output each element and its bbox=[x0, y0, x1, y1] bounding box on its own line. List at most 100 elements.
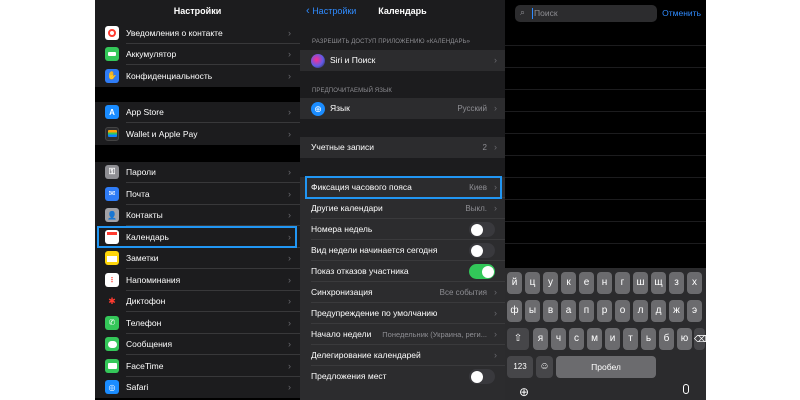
notes-icon bbox=[105, 251, 119, 265]
nav-bar: ‹ Настройки Календарь bbox=[300, 0, 505, 24]
key-26[interactable]: м bbox=[587, 328, 602, 350]
key-11[interactable]: х bbox=[687, 272, 702, 294]
settings-item-reminders[interactable]: ⋮ Напоминания › bbox=[95, 269, 300, 291]
week-start-row[interactable]: Начало недели Понедельник (Украина, реги… bbox=[300, 324, 505, 345]
settings-item-exposure[interactable]: Уведомления о контакте › bbox=[95, 22, 300, 44]
settings-item-passwords[interactable]: ⚿ Пароли › bbox=[95, 161, 300, 183]
language-row[interactable]: ⊕ Язык Русский › bbox=[300, 98, 505, 119]
key-13[interactable]: ы bbox=[525, 300, 540, 322]
search-input[interactable]: ⌕ Поиск bbox=[515, 5, 657, 22]
key-20[interactable]: д bbox=[651, 300, 666, 322]
default-alert-row[interactable]: Предупреждение по умолчанию › bbox=[300, 303, 505, 324]
numbers-key[interactable]: 123 bbox=[507, 356, 533, 378]
sync-row[interactable]: Синхронизация Все события › bbox=[300, 282, 505, 303]
key-27[interactable]: и bbox=[605, 328, 620, 350]
week-numbers-toggle[interactable] bbox=[469, 222, 495, 237]
key-15[interactable]: а bbox=[561, 300, 576, 322]
key-28[interactable]: т bbox=[623, 328, 638, 350]
settings-item-calendar[interactable]: Календарь › bbox=[95, 226, 300, 248]
key-8[interactable]: ш bbox=[633, 272, 648, 294]
microphone-icon[interactable] bbox=[683, 384, 689, 394]
emoji-icon: ☺ bbox=[539, 361, 550, 372]
globe-icon[interactable]: ⊕ bbox=[519, 385, 529, 399]
mail-icon: ✉ bbox=[105, 186, 119, 201]
siri-search-row[interactable]: Siri и Поиск › bbox=[300, 50, 505, 71]
siri-icon bbox=[311, 53, 325, 68]
settings-item-messages[interactable]: Сообщения › bbox=[95, 333, 300, 355]
calendar-icon bbox=[105, 229, 119, 244]
shift-key[interactable]: ⇧ bbox=[507, 328, 529, 350]
battery-icon bbox=[105, 47, 119, 61]
chevron-right-icon: › bbox=[494, 329, 497, 339]
chevron-right-icon: › bbox=[288, 188, 291, 199]
key-icon: ⚿ bbox=[105, 165, 119, 179]
settings-item-mail[interactable]: ✉ Почта › bbox=[95, 183, 300, 205]
key-3[interactable]: у bbox=[543, 272, 558, 294]
key-31[interactable]: ю bbox=[677, 328, 692, 350]
chevron-right-icon: › bbox=[288, 339, 291, 350]
key-16[interactable]: п bbox=[579, 300, 594, 322]
settings-item-notes[interactable]: Заметки › bbox=[95, 247, 300, 269]
other-calendars-row[interactable]: Другие календари Выкл. › bbox=[300, 198, 505, 219]
key-17[interactable]: р bbox=[597, 300, 612, 322]
calendar-settings-screen: ‹ Настройки Календарь РАЗРЕШИТЬ ДОСТУП П… bbox=[300, 0, 505, 400]
settings-item-battery[interactable]: Аккумулятор › bbox=[95, 43, 300, 65]
chevron-right-icon: › bbox=[494, 142, 497, 152]
key-1[interactable]: й bbox=[507, 272, 522, 294]
declined-events-row: Показ отказов участника bbox=[300, 261, 505, 282]
globe-icon: ⊕ bbox=[311, 101, 325, 116]
key-6[interactable]: н bbox=[597, 272, 612, 294]
key-12[interactable]: ф bbox=[507, 300, 522, 322]
week-start-today-row: Вид недели начинается сегодня bbox=[300, 240, 505, 261]
declined-events-toggle[interactable] bbox=[469, 264, 495, 279]
section-header-language: ПРЕДПОЧИТАЕМЫЙ ЯЗЫК bbox=[312, 88, 392, 94]
key-7[interactable]: г bbox=[615, 272, 630, 294]
location-suggestions-toggle[interactable] bbox=[469, 369, 495, 384]
search-screen: ⌕ Поиск Отменить й ц у к е н г ш щ з х ф… bbox=[505, 0, 706, 400]
accounts-row[interactable]: Учетные записи 2 › bbox=[300, 137, 505, 158]
delegation-row[interactable]: Делегирование календарей › bbox=[300, 345, 505, 366]
cancel-button[interactable]: Отменить bbox=[662, 8, 701, 18]
key-14[interactable]: в bbox=[543, 300, 558, 322]
key-5[interactable]: е bbox=[579, 272, 594, 294]
backspace-icon: ⌫ bbox=[694, 334, 706, 344]
settings-item-contacts[interactable]: 👤 Контакты › bbox=[95, 204, 300, 226]
key-4[interactable]: к bbox=[561, 272, 576, 294]
timezone-override-row[interactable]: Фиксация часового пояса Киев › bbox=[300, 177, 505, 198]
backspace-key[interactable]: ⌫ bbox=[694, 328, 706, 350]
settings-item-facetime[interactable]: FaceTime › bbox=[95, 355, 300, 377]
week-start-today-toggle[interactable] bbox=[469, 243, 495, 258]
location-suggestions-row: Предложения мест bbox=[300, 366, 505, 400]
chevron-right-icon: › bbox=[288, 382, 291, 393]
chevron-right-icon: › bbox=[288, 296, 291, 307]
chevron-right-icon: › bbox=[494, 103, 497, 113]
chevron-right-icon: › bbox=[494, 203, 497, 213]
week-numbers-row: Номера недель bbox=[300, 219, 505, 240]
settings-item-privacy[interactable]: ✋ Конфиденциальность › bbox=[95, 65, 300, 87]
key-24[interactable]: ч bbox=[551, 328, 566, 350]
chevron-right-icon: › bbox=[288, 274, 291, 285]
key-9[interactable]: щ bbox=[651, 272, 666, 294]
space-key[interactable]: Пробел bbox=[556, 356, 656, 378]
key-19[interactable]: л bbox=[633, 300, 648, 322]
settings-item-safari[interactable]: ◎ Safari › bbox=[95, 376, 300, 398]
settings-item-voice-memos[interactable]: ✱ Диктофон › bbox=[95, 290, 300, 312]
key-25[interactable]: с bbox=[569, 328, 584, 350]
key-23[interactable]: я bbox=[533, 328, 548, 350]
key-2[interactable]: ц bbox=[525, 272, 540, 294]
key-21[interactable]: ж bbox=[669, 300, 684, 322]
settings-item-phone[interactable]: ✆ Телефон › bbox=[95, 312, 300, 334]
chevron-right-icon: › bbox=[288, 128, 291, 139]
emoji-key[interactable]: ☺ bbox=[536, 356, 553, 378]
key-10[interactable]: з bbox=[669, 272, 684, 294]
key-22[interactable]: э bbox=[687, 300, 702, 322]
settings-item-app-store[interactable]: A App Store › bbox=[95, 101, 300, 123]
key-30[interactable]: б bbox=[659, 328, 674, 350]
key-29[interactable]: ь bbox=[641, 328, 656, 350]
exposure-notification-icon bbox=[105, 25, 119, 40]
chevron-right-icon: › bbox=[288, 49, 291, 60]
key-18[interactable]: о bbox=[615, 300, 630, 322]
settings-item-wallet[interactable]: Wallet и Apple Pay › bbox=[95, 123, 300, 145]
privacy-hand-icon: ✋ bbox=[105, 68, 119, 83]
chevron-right-icon: › bbox=[288, 107, 291, 118]
